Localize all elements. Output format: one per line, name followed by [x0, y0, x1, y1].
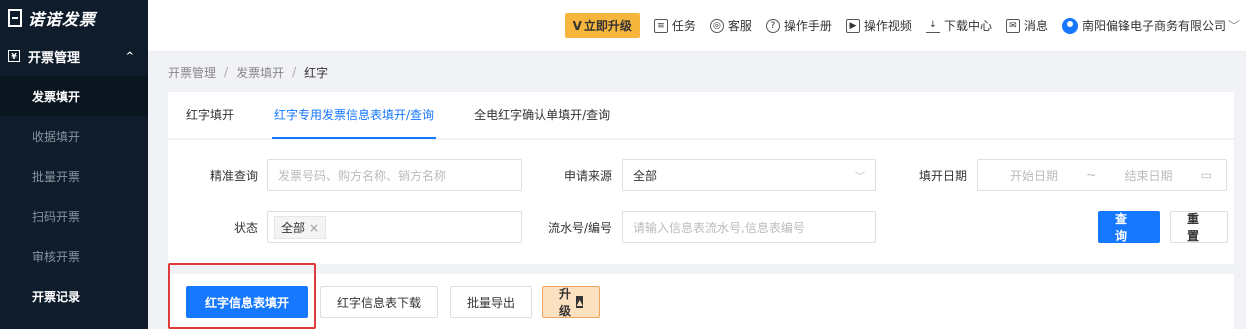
status-label: 状态 — [233, 220, 258, 235]
tab-label: 红字专用发票信息表填开/查询 — [274, 108, 435, 122]
manual-label: 操作手册 — [783, 19, 832, 33]
filter-area: 精准查询 发票号码、购方名称、销方名称 申请来源 全部 ﹀ 填开日期 开始日期 … — [168, 140, 1234, 264]
tab-label: 全电红字确认单填开/查询 — [474, 108, 611, 122]
sidebar-item-scan-invoice[interactable]: 扫码开票 — [0, 196, 148, 236]
video-button[interactable]: ▶ 操作视频 — [845, 17, 912, 34]
tab-all-electric-red-confirm[interactable]: 全电红字确认单填开/查询 — [474, 91, 610, 138]
breadcrumb-separator: / — [292, 65, 297, 79]
top-header: V 立即升级 ≡ 任务 ◎ 客服 ? 操作手册 ▶ 操作视频 ↓ 下载中心 ✉ … — [148, 0, 1246, 52]
breadcrumb-item[interactable]: 发票填开 — [236, 64, 284, 81]
status-tag-label: 全部 — [281, 220, 306, 235]
play-icon: ▶ — [845, 18, 860, 33]
chevron-up-icon: ^ — [125, 50, 134, 62]
sidebar-item-receipt-fill[interactable]: 收据填开 — [0, 116, 148, 156]
tab-bar: 红字填开 红字专用发票信息表填开/查询 全电红字确认单填开/查询 — [168, 92, 1234, 139]
status-select[interactable]: 全部 × — [267, 211, 522, 243]
invoice-icon: ¥ — [8, 50, 20, 62]
action-bar: 红字信息表填开 红字信息表下载 批量导出 升级 ▲ — [168, 274, 1234, 329]
tasks-button[interactable]: ≡ 任务 — [653, 17, 696, 34]
query-button[interactable]: 查 询 — [1098, 211, 1160, 243]
sidebar-parent-label: 开票管理 — [28, 50, 81, 66]
tab-label: 红字填开 — [186, 108, 235, 122]
serial-input[interactable]: 请输入信息表流水号,信息表编号 — [622, 211, 876, 243]
date-end-placeholder: 结束日期 — [1124, 168, 1173, 183]
help-icon: ? — [765, 18, 780, 33]
exact-query-label: 精准查询 — [209, 168, 258, 183]
reset-button[interactable]: 重 置 — [1170, 211, 1228, 243]
download-center-button[interactable]: ↓ 下载中心 — [925, 17, 992, 34]
arrow-up-icon: ▲ — [576, 296, 583, 308]
sidebar-item-invoice-records[interactable]: 开票记录 — [0, 276, 148, 316]
mail-icon: ✉ — [1005, 18, 1020, 33]
service-label: 客服 — [727, 19, 752, 33]
sidebar-item-invoice-fill[interactable]: 发票填开 — [0, 76, 148, 116]
sidebar-item-review-invoice[interactable]: 审核开票 — [0, 236, 148, 276]
upgrade-button[interactable]: 升级 ▲ — [542, 286, 600, 318]
breadcrumb-current: 红字 — [304, 65, 329, 80]
upgrade-now-button[interactable]: V 立即升级 — [564, 13, 640, 38]
serial-placeholder: 请输入信息表流水号,信息表编号 — [633, 220, 805, 235]
breadcrumb-item[interactable]: 开票管理 — [168, 64, 216, 81]
breadcrumb-separator: / — [224, 65, 229, 79]
sidebar-parent-invoice-management[interactable]: ¥ 开票管理 ^ — [0, 36, 148, 76]
sidebar-item-label: 收据填开 — [32, 129, 81, 144]
highlight-box — [168, 263, 316, 329]
tab-red-invoice-fill[interactable]: 红字填开 — [186, 91, 234, 138]
sidebar: 诺诺发票 ¥ 开票管理 ^ 发票填开 收据填开 批量开票 扫码开票 审核开票 开… — [0, 0, 148, 329]
batch-export-button[interactable]: 批量导出 — [450, 286, 532, 318]
date-range-separator: ~ — [1086, 168, 1097, 182]
chevron-down-icon: ﹀ — [855, 171, 865, 183]
tab-panel: 红字填开 红字专用发票信息表填开/查询 全电红字确认单填开/查询 — [168, 92, 1234, 139]
video-label: 操作视频 — [863, 19, 912, 33]
exact-query-placeholder: 发票号码、购方名称、销方名称 — [278, 168, 447, 183]
download-icon: ↓ — [925, 19, 940, 33]
sidebar-item-label: 扫码开票 — [32, 209, 81, 224]
status-tag: 全部 × — [274, 215, 327, 239]
source-value: 全部 — [633, 168, 658, 183]
logo: 诺诺发票 — [0, 0, 148, 36]
service-button[interactable]: ◎ 客服 — [709, 17, 752, 34]
source-select[interactable]: 全部 ﹀ — [622, 159, 876, 191]
tasks-label: 任务 — [671, 19, 696, 33]
chevron-down-icon: ﹀ — [1227, 19, 1240, 33]
message-button[interactable]: ✉ 消息 — [1005, 17, 1048, 34]
close-icon[interactable]: × — [309, 221, 319, 235]
exact-query-input[interactable]: 发票号码、购方名称、销方名称 — [267, 159, 522, 191]
logo-text: 诺诺发票 — [28, 10, 97, 29]
sidebar-item-label: 发票填开 — [32, 89, 81, 104]
upgrade-label: 立即升级 — [583, 19, 632, 33]
red-info-sheet-download-button[interactable]: 红字信息表下载 — [320, 286, 438, 318]
breadcrumb: 开票管理 / 发票填开 / 红字 — [148, 52, 1246, 92]
manual-button[interactable]: ? 操作手册 — [765, 17, 832, 34]
vip-icon: V — [572, 18, 582, 33]
sidebar-item-label: 审核开票 — [32, 249, 81, 264]
logo-icon — [8, 9, 22, 27]
task-list-icon: ≡ — [653, 18, 668, 33]
sidebar-item-label: 开票记录 — [32, 289, 81, 304]
sidebar-item-batch-invoice[interactable]: 批量开票 — [0, 156, 148, 196]
date-start-placeholder: 开始日期 — [1010, 168, 1059, 183]
date-range-picker[interactable]: 开始日期 ~ 结束日期 ▭ — [977, 159, 1227, 191]
date-label: 填开日期 — [918, 168, 967, 183]
source-label: 申请来源 — [563, 168, 612, 183]
avatar — [1061, 17, 1078, 34]
tab-red-info-sheet[interactable]: 红字专用发票信息表填开/查询 — [272, 91, 437, 139]
headset-icon: ◎ — [709, 18, 724, 33]
sidebar-item-label: 批量开票 — [32, 169, 81, 184]
download-label: 下载中心 — [943, 19, 992, 33]
company-account-menu[interactable]: 南阳偏锋电子商务有限公司 ﹀ — [1061, 17, 1240, 34]
message-label: 消息 — [1023, 19, 1048, 33]
company-name: 南阳偏锋电子商务有限公司 — [1081, 19, 1226, 33]
calendar-icon: ▭ — [1200, 168, 1212, 182]
serial-label: 流水号/编号 — [547, 220, 612, 235]
upgrade-button-label: 升级 — [559, 287, 572, 318]
